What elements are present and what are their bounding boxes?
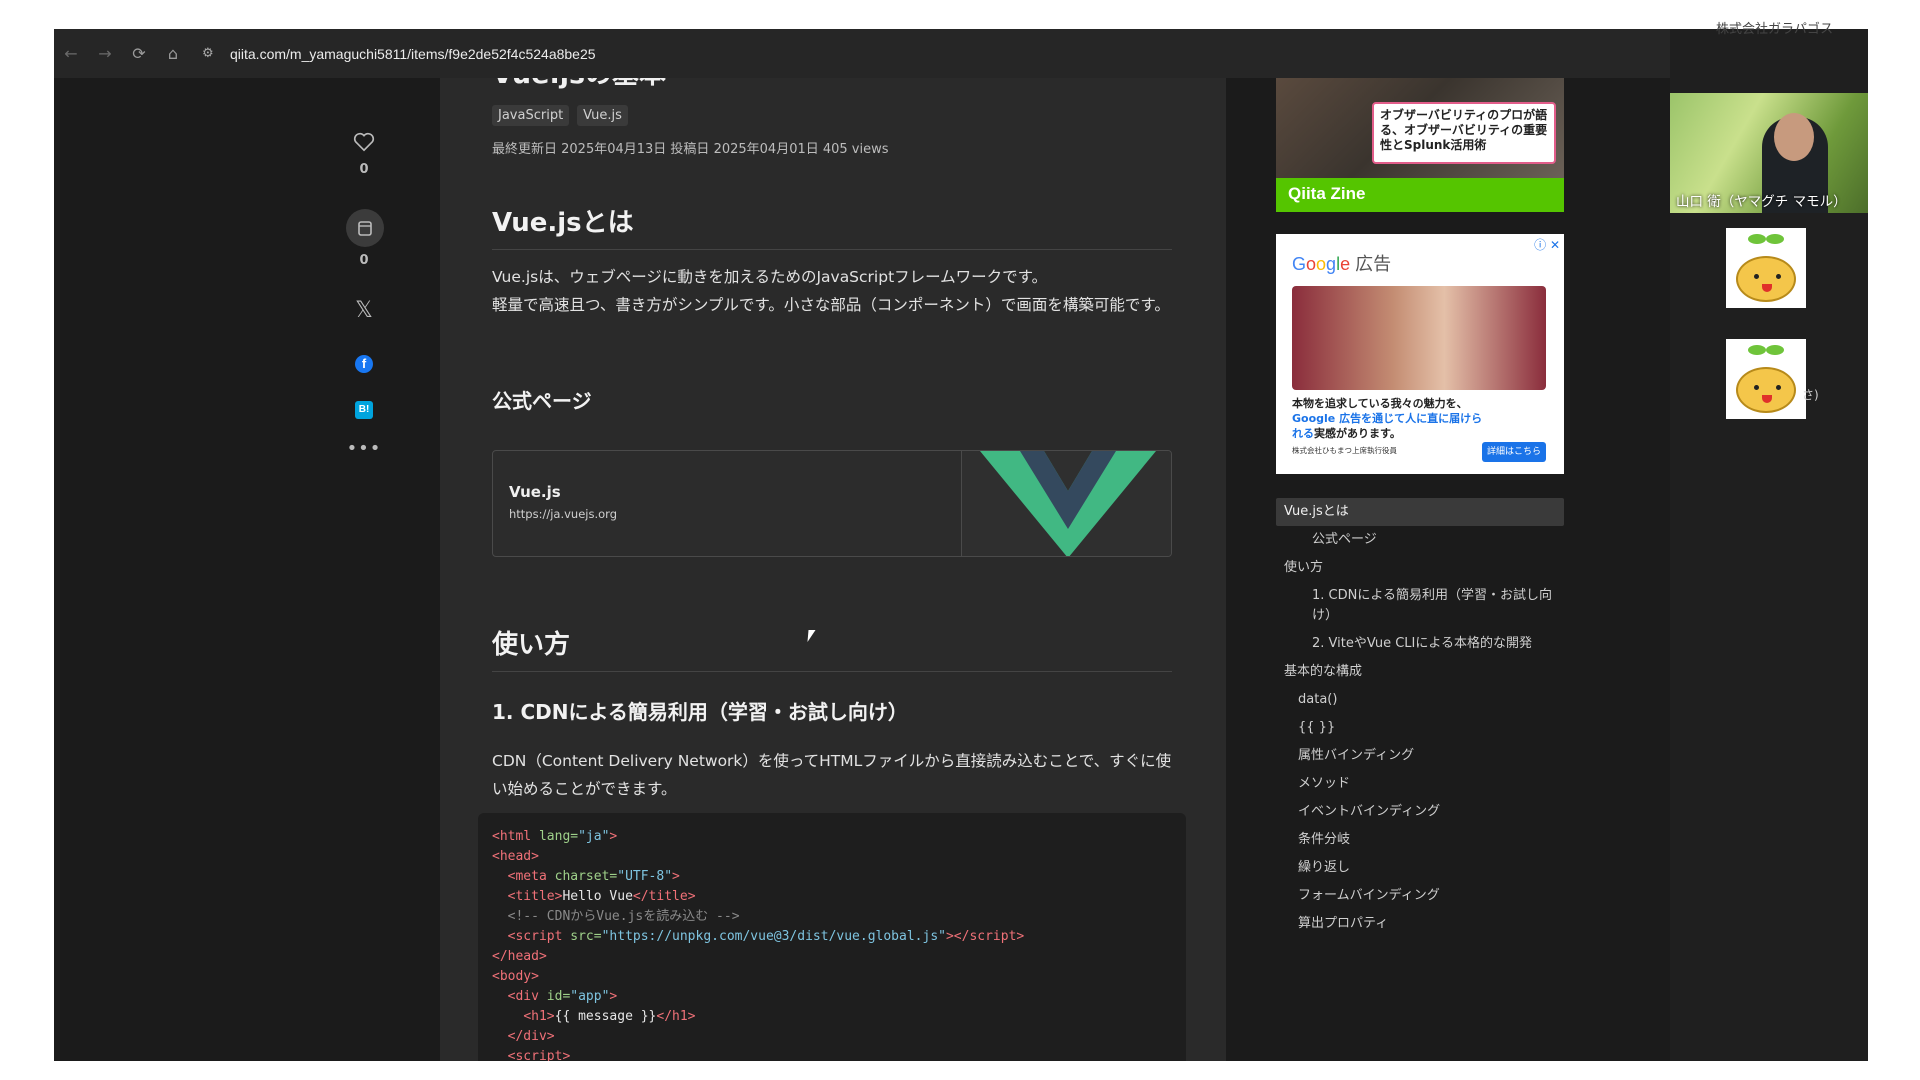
toc-item[interactable]: Vue.jsとは [1276,498,1564,526]
toc-item[interactable]: 1. CDNによる簡易利用（学習・お試し向け） [1276,582,1564,630]
page-content: 0 0 𝕏 f B! ••• Vue.jsの基本 JavaScript Vue. [54,78,1670,1061]
paragraph-intro-1: Vue.jsは、ウェブページに動きを加えるためのJavaScriptフレームワー… [492,268,1048,286]
hatena-bookmark-icon[interactable]: B! [355,401,373,419]
heading-what-is-vue: Vue.jsとは [492,202,1172,250]
google-ad-header: Google 広告 [1292,254,1392,274]
stock-count: 0 [359,253,369,268]
participant-avatar[interactable] [1726,228,1806,308]
sprout-avatar-icon [1736,256,1796,302]
qiita-zine-logo[interactable]: Qiita Zine [1276,178,1564,212]
screen-share: ← → ⟳ ⌂ ⚙ qiita.com/m_yamaguchi5811/item… [54,29,1868,1061]
toc-item[interactable]: 算出プロパティ [1276,910,1564,938]
heart-icon[interactable] [353,132,375,152]
left-column: 0 0 𝕏 f B! ••• [54,78,440,1061]
more-icon[interactable]: ••• [346,438,382,459]
video-call-panel: 山口 衛（ヤマグチ マモル） [1670,29,1868,1061]
toc-item[interactable]: イベントバインディング [1276,798,1564,826]
link-card-url[interactable]: https://ja.vuejs.org [509,507,617,521]
article-meta: 最終更新日 2025年04月13日 投稿日 2025年04月01日 405 vi… [492,142,889,157]
participant-video[interactable]: 山口 衛（ヤマグチ マモル） [1670,93,1868,213]
avatar-eye [1754,385,1759,390]
avatar-eye [1776,385,1781,390]
url-text[interactable]: qiita.com/m_yamaguchi5811/items/f9e2de52… [230,46,596,62]
facebook-icon[interactable]: f [355,355,373,373]
participant-face [1774,113,1814,161]
stock-action[interactable]: 0 [346,209,384,268]
facebook-share[interactable]: f [346,355,382,373]
toc-item[interactable]: 使い方 [1276,554,1564,582]
paragraph-intro-2: 軽量で高速且つ、書き方がシンプルです。小さな部品（コンポーネント）で画面を構築可… [492,296,1170,314]
stock-icon[interactable] [346,209,384,247]
code-block[interactable]: <html lang="ja"> <head> <meta charset="U… [478,813,1186,1061]
back-icon[interactable]: ← [54,29,88,78]
heading-usage: 使い方 [492,624,1172,672]
toc-item[interactable]: 2. ViteやVue CLIによる本格的な開発 [1276,630,1564,658]
like-count: 0 [359,162,369,177]
article: Vue.jsの基本 JavaScript Vue.js 最終更新日 2025年0… [440,78,1226,1061]
browser-toolbar: ← → ⟳ ⌂ ⚙ qiita.com/m_yamaguchi5811/item… [54,29,1670,78]
toc-item[interactable]: 公式ページ [1276,526,1564,554]
site-settings-icon[interactable]: ⚙ [202,46,224,61]
sprout-leaf-icon [1766,234,1784,244]
mouse-cursor-icon [807,630,821,642]
avatar-eye [1776,274,1781,279]
table-of-contents: Vue.jsとは 公式ページ 使い方 1. CDNによる簡易利用（学習・お試し向… [1276,498,1564,938]
avatar-eye [1754,274,1759,279]
sprout-leaf-icon [1766,345,1784,355]
reload-icon[interactable]: ⟳ [122,29,156,78]
sprout-leaf-icon [1748,345,1766,355]
toc-item[interactable]: 条件分岐 [1276,826,1564,854]
toc-item[interactable]: 基本的な構成 [1276,658,1564,686]
company-label: 株式会社ガラパゴス [1716,22,1834,37]
heading-cdn: 1. CDNによる簡易利用（学習・お試し向け） [492,700,908,724]
hatena-share[interactable]: B! [346,401,382,419]
article-title: Vue.jsの基本 [492,78,666,91]
toc-item[interactable]: 属性バインディング [1276,742,1564,770]
ad-credit: 株式会社ひもまつ上席執行役員 [1292,446,1397,455]
participant-partial-label: さ) [1802,388,1819,402]
ad-details-button[interactable]: 詳細はこちら [1482,442,1546,462]
heading-official-page: 公式ページ [492,389,592,413]
link-card[interactable]: Vue.js https://ja.vuejs.org [492,450,1172,557]
participant-avatar[interactable] [1726,339,1806,419]
ad-headline[interactable]: オブザーバビリティのプロが語る、オブザーバビリティの重要性とSplunk活用術 [1372,102,1556,164]
ad-body-text: 本物を追求している我々の魅力を、 Google 広告を通じて人に直に届けられる実… [1292,397,1483,440]
like-action[interactable]: 0 [346,132,382,177]
participant-name: 山口 衛（ヤマグチ マモル） [1676,194,1847,210]
tag-vuejs[interactable]: Vue.js [577,105,628,126]
google-ad[interactable]: Google 広告 ⓘ ✕ 本物を追求している我々の魅力を、 Google 広告… [1276,234,1564,474]
paragraph-cdn: CDN（Content Delivery Network）を使ってHTMLファイ… [492,752,1172,798]
toc-item[interactable]: メソッド [1276,770,1564,798]
vue-logo-image [961,451,1171,556]
right-sidebar: オブザーバビリティのプロが語る、オブザーバビリティの重要性とSplunk活用術 … [1226,78,1670,1061]
ad-close-icon[interactable]: ⓘ ✕ [1534,236,1560,253]
toc-item[interactable]: フォームバインディング [1276,882,1564,910]
toc-item[interactable]: 繰り返し [1276,854,1564,882]
qiita-zine-ad[interactable]: オブザーバビリティのプロが語る、オブザーバビリティの重要性とSplunk活用術 … [1276,78,1564,212]
ad-portrait-image [1292,286,1546,390]
sprout-avatar-icon [1736,367,1796,413]
toc-item[interactable]: data() [1276,686,1564,714]
forward-icon[interactable]: → [88,29,122,78]
home-icon[interactable]: ⌂ [156,29,190,78]
address-bar[interactable]: ⚙ qiita.com/m_yamaguchi5811/items/f9e2de… [202,37,616,71]
tag-list: JavaScript Vue.js [492,105,628,126]
sprout-leaf-icon [1748,234,1766,244]
toc-item[interactable]: {{ }} [1276,714,1564,742]
x-share-icon[interactable]: 𝕏 [346,298,382,323]
tag-javascript[interactable]: JavaScript [492,105,570,126]
link-card-title[interactable]: Vue.js [509,483,617,501]
